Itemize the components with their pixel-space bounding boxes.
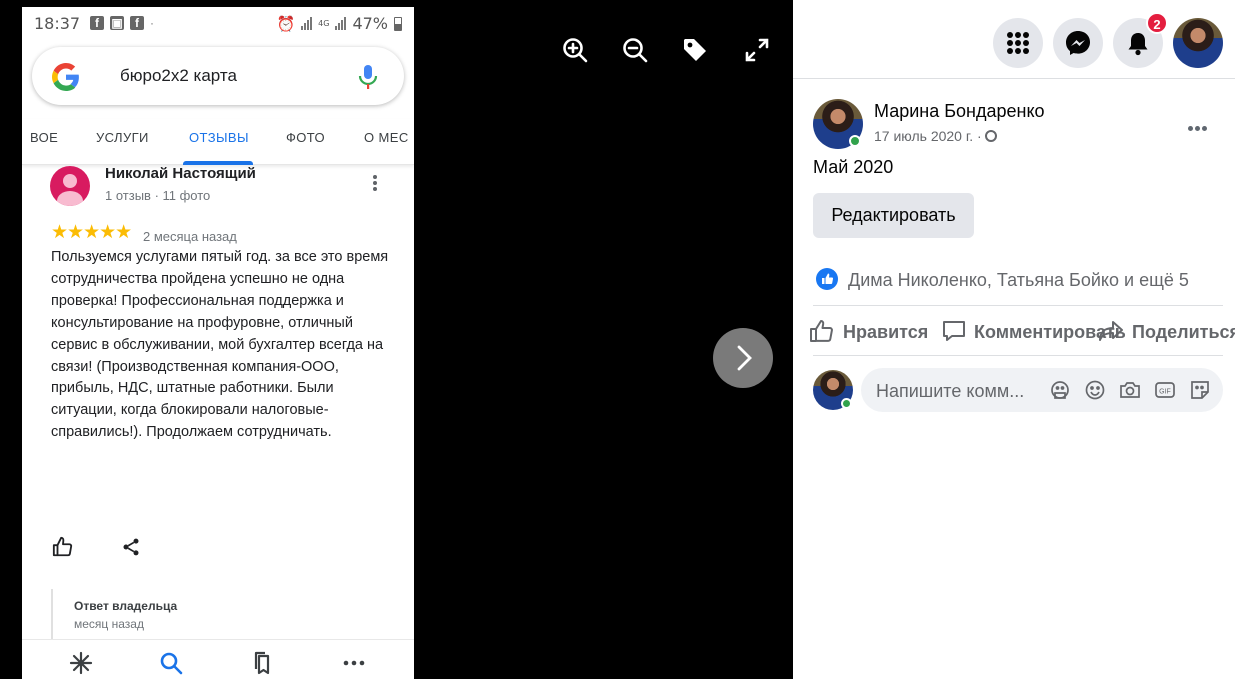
share-icon[interactable] [1098,319,1124,343]
gif-icon[interactable]: GIF [1154,379,1176,401]
emoji-icon[interactable] [1084,379,1106,401]
chevron-right-icon [737,345,752,371]
menu-grid-button[interactable] [993,18,1043,68]
edit-button[interactable]: Редактировать [813,193,974,238]
grid-icon [1007,32,1029,54]
status-right: ⏰ 4G 47% [276,14,402,33]
microphone-icon[interactable] [356,64,380,90]
zoom-out-icon[interactable] [621,36,649,64]
like-reaction-icon [816,268,838,290]
tag-icon[interactable] [681,36,709,64]
bottom-nav [22,639,414,679]
thumbs-up-icon[interactable] [52,536,74,558]
owner-reply-title: Ответ владельца [74,599,178,613]
post-date[interactable]: 17 июль 2020 г. · [874,128,997,144]
share-icon[interactable] [121,537,141,557]
like-button[interactable]: Нравится [843,322,928,343]
status-notification-icons: f ▣ f · [90,16,154,30]
tab-reviews[interactable]: ОТЗЫВЫ [189,130,249,145]
phone-screenshot: 18:37 f ▣ f · ⏰ 4G 47% бюро2x2 карта ВОЕ… [22,7,414,679]
tab-photos[interactable]: ФОТО [286,130,325,145]
facebook-post-panel: 2 Марина Бондаренко 17 июль 2020 г. · Ма… [793,0,1235,679]
network-type: 4G [318,18,330,28]
status-time: 18:37 [34,14,81,33]
alarm-icon: ⏰ [276,14,296,33]
facebook-top-bar: 2 [793,7,1235,79]
share-button[interactable]: Поделиться [1132,322,1235,343]
tab-services[interactable]: УСЛУГИ [96,130,149,145]
divider [813,305,1223,306]
sticker-icon[interactable] [1189,379,1211,401]
battery-icon [394,16,402,31]
facebook-notification-icon: f [130,16,144,30]
svg-text:GIF: GIF [1159,389,1171,396]
review-menu-icon[interactable] [372,175,378,195]
post-options-icon[interactable] [1188,118,1210,131]
google-logo-icon [52,63,80,96]
photo-viewer [414,0,793,679]
online-status-icon [849,135,861,147]
reactors-summary[interactable]: Дима Николенко, Татьяна Бойко и ещё 5 [848,270,1189,291]
dot-icon: · [150,16,154,30]
place-tabs: ВОЕ УСЛУГИ ОТЗЫВЫ ФОТО О МЕС [22,119,414,165]
post-author[interactable]: Марина Бондаренко [874,101,1045,122]
owner-reply-date: месяц назад [74,617,144,631]
review-stars: ★★★★★ [51,222,132,243]
more-icon[interactable] [342,651,366,675]
post-date-text: 17 июль 2020 г. · [874,128,982,144]
status-bar: 18:37 f ▣ f · ⏰ 4G 47% [22,7,414,39]
search-icon[interactable] [159,651,183,675]
messenger-icon [1066,31,1090,55]
avatar-sticker-icon[interactable] [1049,379,1071,401]
notification-count-badge: 2 [1146,12,1168,34]
signal-icon [301,17,313,30]
account-avatar[interactable] [1173,18,1223,68]
battery-level: 47% [352,14,388,33]
online-status-icon [841,398,852,409]
search-bar[interactable]: бюро2x2 карта [32,47,404,105]
comment-placeholder: Напишите комм... [876,381,1025,401]
camera-icon[interactable] [1119,379,1141,401]
reviewer-meta: 1 отзыв · 11 фото [105,188,211,203]
like-icon[interactable] [809,319,835,343]
comment-input[interactable]: Напишите комм... GIF [861,368,1223,412]
signal-icon [335,17,347,30]
fullscreen-icon[interactable] [743,36,771,64]
owner-reply: Ответ владельца месяц назад [51,589,391,645]
divider [813,355,1223,356]
bookmarks-icon[interactable] [251,651,275,675]
search-input[interactable]: бюро2x2 карта [120,66,237,86]
asterisk-icon[interactable] [69,651,93,675]
reviewer-name[interactable]: Николай Настоящий [105,165,256,182]
post-text: Май 2020 [813,157,894,177]
zoom-in-icon[interactable] [561,36,589,64]
review-date: 2 месяца назад [143,229,237,244]
image-notification-icon: ▣ [110,16,124,30]
comment-icon[interactable] [941,319,967,343]
tab-about[interactable]: О МЕС [364,130,409,145]
review-text: Пользуемся услугами пятый год. за все эт… [51,249,389,441]
facebook-notification-icon: f [90,16,104,30]
next-photo-button[interactable] [713,328,773,388]
messenger-button[interactable] [1053,18,1103,68]
globe-icon [984,130,997,142]
reviewer-avatar[interactable] [50,166,90,206]
tab-all[interactable]: ВОЕ [30,130,58,145]
